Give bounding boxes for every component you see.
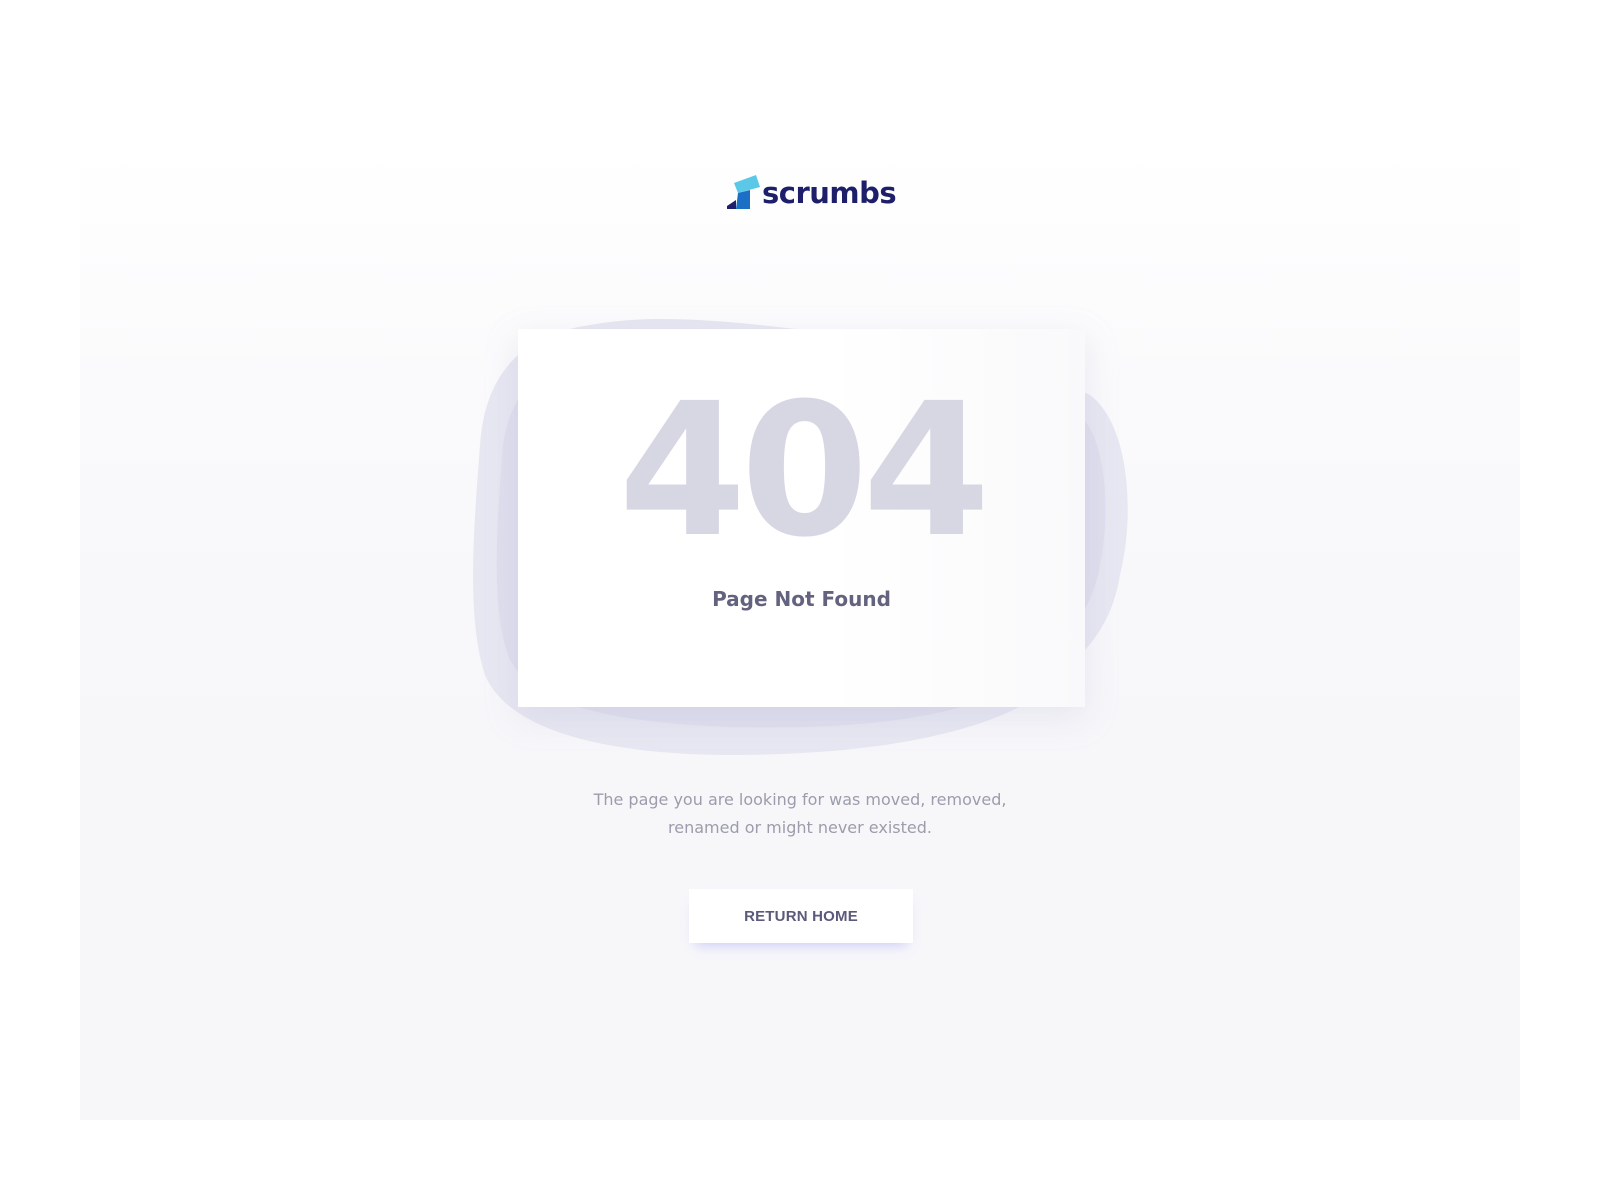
brand-name: scrumbs xyxy=(762,176,897,210)
error-message-line-2: renamed or might never existed. xyxy=(668,818,932,837)
error-code: 404 xyxy=(618,364,990,578)
error-message: The page you are looking for was moved, … xyxy=(550,786,1050,842)
scrumbs-logo-icon xyxy=(727,175,760,209)
error-message-line-1: The page you are looking for was moved, … xyxy=(593,790,1007,809)
return-home-button[interactable]: RETURN HOME xyxy=(689,889,913,943)
brand-logo[interactable]: scrumbs xyxy=(724,172,897,214)
error-card: 404 Page Not Found xyxy=(518,329,1085,707)
error-title: Page Not Found xyxy=(712,587,891,611)
